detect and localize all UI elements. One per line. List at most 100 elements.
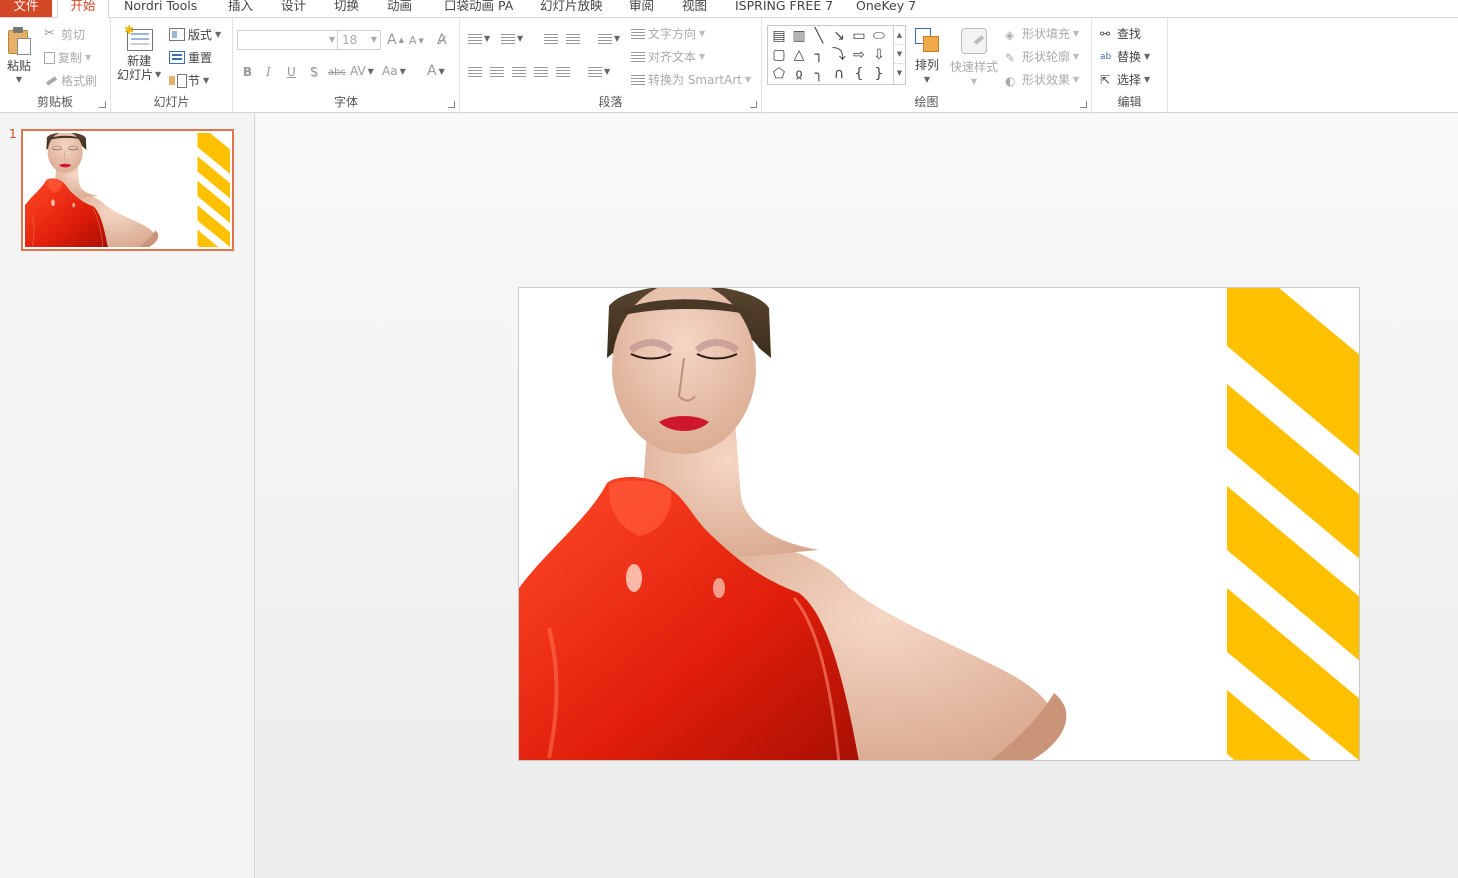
tab-design[interactable]: 设计 bbox=[281, 0, 306, 18]
right-arrow-shape-icon[interactable]: ⇨ bbox=[850, 47, 868, 63]
tab-file[interactable]: 文件 bbox=[0, 0, 52, 18]
shape-outline-label: 形状轮廓 bbox=[1022, 50, 1071, 64]
slide-thumbnail-pane[interactable]: 1 bbox=[0, 114, 255, 878]
tab-home[interactable]: 开始 bbox=[57, 0, 109, 18]
align-center-button[interactable] bbox=[490, 66, 504, 77]
reset-button[interactable]: 重置 bbox=[169, 49, 212, 66]
elbow-arrow-shape-icon[interactable]: ⤵ bbox=[830, 47, 848, 63]
curve-shape-icon[interactable]: ∩ bbox=[830, 66, 848, 82]
decrease-indent-button[interactable] bbox=[544, 33, 558, 44]
grow-font-button[interactable]: A ▲ bbox=[387, 32, 404, 48]
shape-outline-button[interactable]: ✎ 形状轮廓 ▼ bbox=[1005, 48, 1079, 65]
font-name-dropdown-icon[interactable]: ▼ bbox=[329, 31, 335, 49]
oval-shape-icon[interactable]: ⬭ bbox=[870, 28, 888, 44]
underline-button[interactable]: U bbox=[287, 65, 296, 79]
font-name-combo[interactable]: ▼ bbox=[237, 30, 339, 50]
select-button[interactable]: ⇱ 选择 ▼ bbox=[1100, 71, 1150, 88]
text-shadow-button[interactable]: S bbox=[310, 65, 318, 79]
text-direction-button[interactable]: 文字方向 ▼ bbox=[631, 25, 705, 42]
smartart-button[interactable]: 转换为 SmartArt ▼ bbox=[631, 71, 751, 88]
tab-review[interactable]: 审阅 bbox=[629, 0, 654, 18]
tab-insert[interactable]: 插入 bbox=[228, 0, 253, 18]
triangle-shape-icon[interactable]: △ bbox=[790, 47, 808, 63]
numbering-button[interactable]: ▼ bbox=[501, 33, 523, 44]
new-slide-button[interactable]: ✱ 新建 幻灯片 ▼ bbox=[117, 24, 161, 82]
tab-nordri-tools[interactable]: Nordri Tools bbox=[124, 0, 197, 18]
textbox-shape-icon[interactable]: ▤ bbox=[770, 28, 788, 44]
replace-button[interactable]: ab 替换 ▼ bbox=[1100, 48, 1150, 65]
elbow-connector-shape-icon[interactable]: ┐ bbox=[810, 47, 828, 63]
find-button[interactable]: ⚯ 查找 bbox=[1100, 25, 1141, 42]
left-brace-shape-icon[interactable]: { bbox=[850, 66, 868, 82]
tab-view[interactable]: 视图 bbox=[682, 0, 707, 18]
align-text-button[interactable]: 对齐文本 ▼ bbox=[631, 48, 705, 65]
thumbnail-artwork bbox=[25, 133, 230, 247]
font-launcher-icon[interactable] bbox=[448, 101, 455, 108]
slide-thumbnail-1[interactable] bbox=[21, 129, 234, 251]
tab-transitions[interactable]: 切换 bbox=[334, 0, 359, 18]
justify-button[interactable] bbox=[534, 66, 548, 77]
paragraph-launcher-icon[interactable] bbox=[750, 101, 757, 108]
bold-button[interactable]: B bbox=[243, 65, 252, 79]
arrow-line-shape-icon[interactable]: ↘ bbox=[830, 28, 848, 44]
tab-ispring[interactable]: ISPRING FREE 7 bbox=[735, 0, 833, 18]
copy-button[interactable]: 复制 ▼ bbox=[44, 49, 91, 66]
increase-indent-button[interactable] bbox=[566, 33, 580, 44]
arrange-button[interactable]: 排列 ▼ bbox=[913, 26, 941, 84]
quick-styles-button[interactable]: 快速样式 ▼ bbox=[950, 26, 998, 86]
shape-effects-button[interactable]: ◐ 形状效果 ▼ bbox=[1005, 71, 1079, 88]
drawing-launcher-icon[interactable] bbox=[1080, 101, 1087, 108]
clipboard-launcher-icon[interactable] bbox=[99, 101, 106, 108]
shapes-grid: ▤ ▥ ╲ ↘ ▭ ⬭ ▢ △ ┐ ⤵ ⇨ ⇩ ⬠ ჲ ╮ ∩ { } bbox=[770, 28, 892, 84]
new-slide-dropdown-icon[interactable]: ▼ bbox=[155, 68, 161, 82]
change-case-button[interactable]: Aa ▼ bbox=[382, 64, 406, 78]
copy-dropdown-icon[interactable]: ▼ bbox=[85, 53, 91, 62]
gallery-more-icon[interactable]: ▼ bbox=[894, 64, 905, 83]
clear-format-button[interactable]: A̷ bbox=[437, 32, 447, 48]
font-color-button[interactable]: A ▼ bbox=[427, 63, 445, 79]
rectangle-shape-icon[interactable]: ▭ bbox=[850, 28, 868, 44]
tab-onekey[interactable]: OneKey 7 bbox=[856, 0, 916, 18]
shape-fill-button[interactable]: ◈ 形状填充 ▼ bbox=[1005, 25, 1079, 42]
scribble-shape-icon[interactable]: ჲ bbox=[790, 66, 808, 82]
character-spacing-button[interactable]: AV ▼ bbox=[350, 64, 374, 78]
italic-button[interactable]: I bbox=[266, 65, 271, 79]
paste-dropdown-icon[interactable]: ▼ bbox=[16, 75, 22, 84]
tab-pocket-animation[interactable]: 口袋动画 PA bbox=[444, 0, 513, 18]
ribbon-tab-bar: 文件 开始 Nordri Tools 插入 设计 切换 动画 口袋动画 PA 幻… bbox=[0, 0, 1458, 18]
gallery-down-icon[interactable]: ▼ bbox=[894, 45, 905, 64]
slide-canvas[interactable] bbox=[518, 287, 1360, 761]
vertical-textbox-shape-icon[interactable]: ▥ bbox=[790, 28, 808, 44]
line-spacing-button[interactable]: ▼ bbox=[598, 33, 620, 44]
columns-button[interactable]: ▼ bbox=[588, 66, 610, 77]
cut-button[interactable]: 剪切 bbox=[44, 26, 85, 43]
distributed-button[interactable] bbox=[556, 66, 570, 77]
slide-artwork[interactable] bbox=[519, 288, 1360, 761]
down-arrow-shape-icon[interactable]: ⇩ bbox=[870, 47, 888, 63]
strikethrough-button[interactable]: abc bbox=[328, 67, 346, 78]
shape-fill-label: 形状填充 bbox=[1022, 27, 1071, 41]
pen-icon: ✎ bbox=[1005, 50, 1016, 65]
shapes-gallery-scroll[interactable]: ▲ ▼ ▼ bbox=[893, 26, 905, 84]
align-left-button[interactable] bbox=[468, 66, 482, 77]
bullets-button[interactable]: ▼ bbox=[468, 33, 490, 44]
arc-shape-icon[interactable]: ╮ bbox=[810, 66, 828, 82]
paste-button[interactable]: 粘贴 ▼ bbox=[5, 26, 33, 84]
rounded-rectangle-shape-icon[interactable]: ▢ bbox=[770, 47, 788, 63]
layout-button[interactable]: 版式 ▼ bbox=[169, 26, 221, 43]
shrink-font-button[interactable]: A ▼ bbox=[409, 34, 424, 47]
slides-group-label: 幻灯片 bbox=[153, 95, 190, 109]
font-size-dropdown-icon[interactable]: ▼ bbox=[371, 31, 377, 49]
align-right-button[interactable] bbox=[512, 66, 526, 77]
section-button[interactable]: 节 ▼ bbox=[169, 72, 209, 89]
shapes-gallery[interactable]: ▤ ▥ ╲ ↘ ▭ ⬭ ▢ △ ┐ ⤵ ⇨ ⇩ ⬠ ჲ ╮ ∩ { } ▲ ▼ … bbox=[767, 25, 906, 85]
slide-editing-pane[interactable] bbox=[256, 114, 1458, 878]
right-brace-shape-icon[interactable]: } bbox=[870, 66, 888, 82]
font-size-combo[interactable]: 18 ▼ bbox=[337, 30, 381, 50]
gallery-up-icon[interactable]: ▲ bbox=[894, 26, 905, 45]
format-painter-button[interactable]: 格式刷 bbox=[44, 72, 97, 89]
tab-animations[interactable]: 动画 bbox=[387, 0, 412, 18]
tab-slideshow[interactable]: 幻灯片放映 bbox=[540, 0, 603, 18]
freeform-shape-icon[interactable]: ⬠ bbox=[770, 66, 788, 82]
line-shape-icon[interactable]: ╲ bbox=[810, 28, 828, 44]
